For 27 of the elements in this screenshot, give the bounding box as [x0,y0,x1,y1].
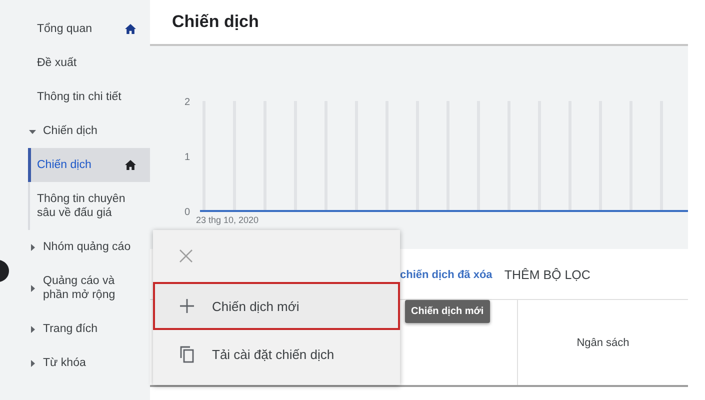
deleted-campaigns-link[interactable]: chiến dịch đã xóa [400,269,492,281]
menu-item[interactable]: Chiến dịch mới [153,282,400,330]
axis-label: 0 [184,207,190,218]
menu-item[interactable]: Tải cài đặt chiến dịch [153,330,400,378]
caret-right-icon[interactable] [28,358,37,368]
caret-right-icon[interactable] [28,324,37,334]
axis-label: 1 [184,152,190,163]
sidebar-item[interactable]: Đề xuất [10,46,150,80]
page-title: Chiến dịch [172,12,259,32]
sidebar-item[interactable]: Chiến dịch [28,148,150,182]
sidebar-item[interactable]: Tổng quan [10,12,150,46]
plus-icon [180,299,194,313]
caret-right-icon[interactable] [28,242,37,252]
sidebar-item[interactable]: Chiến dịch [10,114,150,148]
sidebar-item[interactable]: Thông tin chuyên sâu về đấu giá [30,182,150,230]
column-header[interactable]: Ngân sách [518,300,688,385]
sidebar-item[interactable]: Trang đích [10,312,150,346]
axis-label: 23 thg 10, 2020 [196,215,259,225]
sidebar-item[interactable]: Từ khóa [10,346,150,380]
sidebar-item[interactable]: Quảng cáo và phần mở rộng [10,264,150,312]
tooltip: Chiến dịch mới [405,300,490,323]
add-filter-button[interactable]: THÊM BỘ LỌC [504,268,590,282]
caret-right-icon[interactable] [28,284,37,292]
axis-label: 2 [184,97,190,108]
copy-icon [180,346,194,362]
sidebar-item[interactable]: Nhóm quảng cáo [10,230,150,264]
sidebar-item[interactable]: Thông tin chi tiết [10,80,150,114]
